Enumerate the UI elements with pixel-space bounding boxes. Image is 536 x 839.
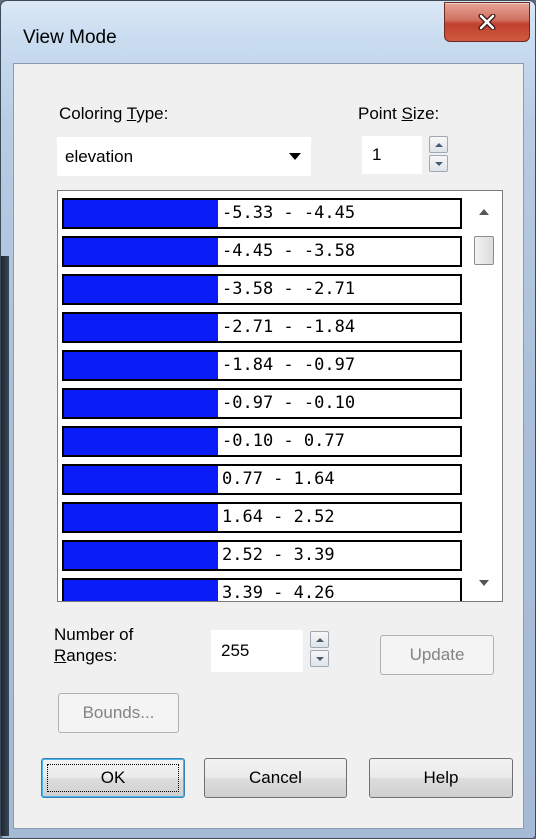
window-frame-edge [1, 256, 9, 836]
number-of-ranges-value: 255 [221, 641, 250, 660]
point-size-up-button[interactable] [429, 136, 448, 153]
range-label: -0.97 - -0.10 [222, 393, 356, 413]
coloring-type-value: elevation [65, 147, 134, 166]
number-of-ranges-field[interactable]: 255 [211, 630, 303, 672]
triangle-down-icon [434, 161, 443, 166]
range-color-swatch[interactable] [64, 428, 218, 455]
point-size-value: 1 [372, 145, 382, 164]
point-size-label: Point Size: [358, 104, 440, 123]
range-label: -3.58 - -2.71 [222, 279, 356, 299]
chevron-down-icon [289, 153, 301, 160]
ranges-rows: -5.33 - -4.45 -4.45 - -3.58 -3.58 - -2.7… [62, 198, 462, 602]
range-row[interactable]: 1.64 - 2.52 [62, 502, 462, 533]
range-row[interactable]: -0.97 - -0.10 [62, 388, 462, 419]
cancel-button[interactable]: Cancel [204, 758, 347, 798]
range-row[interactable]: -1.84 - -0.97 [62, 350, 462, 381]
dialog-client-area: Coloring Type: elevation Point Size: 1 -… [13, 63, 524, 829]
triangle-down-icon [315, 656, 324, 661]
triangle-up-icon [315, 637, 324, 642]
range-color-swatch[interactable] [64, 580, 218, 601]
ranges-scrollbar[interactable] [468, 192, 501, 600]
range-label: 1.64 - 2.52 [222, 507, 335, 527]
range-label: -0.10 - 0.77 [222, 431, 345, 451]
range-color-swatch[interactable] [64, 200, 218, 227]
coloring-type-select[interactable]: elevation [57, 137, 311, 176]
range-label: 0.77 - 1.64 [222, 469, 335, 489]
view-mode-dialog: View Mode Coloring Type: elevation Point… [0, 0, 536, 839]
update-button[interactable]: Update [380, 635, 494, 675]
range-color-swatch[interactable] [64, 504, 218, 531]
range-label: 3.39 - 4.26 [222, 583, 335, 602]
point-size-spinner [429, 136, 448, 172]
close-icon [478, 14, 496, 30]
scroll-thumb[interactable] [474, 236, 494, 265]
ok-button[interactable]: OK [41, 758, 185, 798]
point-size-field[interactable]: 1 [362, 136, 422, 174]
help-button[interactable]: Help [369, 758, 513, 798]
range-color-swatch[interactable] [64, 352, 218, 379]
scroll-down-icon[interactable] [479, 580, 489, 586]
range-color-swatch[interactable] [64, 466, 218, 493]
focus-rect [47, 764, 179, 792]
ranges-down-button[interactable] [310, 650, 329, 667]
range-row[interactable]: -2.71 - -1.84 [62, 312, 462, 343]
ranges-list[interactable]: -5.33 - -4.45 -4.45 - -3.58 -3.58 - -2.7… [57, 190, 503, 602]
window-title: View Mode [23, 27, 117, 48]
number-of-ranges-spinner [310, 631, 329, 667]
range-row[interactable]: 3.39 - 4.26 [62, 578, 462, 602]
range-row[interactable]: -0.10 - 0.77 [62, 426, 462, 457]
range-label: -4.45 - -3.58 [222, 241, 356, 261]
range-row[interactable]: -5.33 - -4.45 [62, 198, 462, 229]
point-size-down-button[interactable] [429, 155, 448, 172]
scroll-up-icon[interactable] [479, 209, 489, 215]
triangle-up-icon [434, 142, 443, 147]
range-row[interactable]: -3.58 - -2.71 [62, 274, 462, 305]
title-bar[interactable]: View Mode [1, 1, 535, 67]
range-label: 2.52 - 3.39 [222, 545, 335, 565]
range-row[interactable]: 2.52 - 3.39 [62, 540, 462, 571]
ranges-up-button[interactable] [310, 631, 329, 648]
range-color-swatch[interactable] [64, 542, 218, 569]
range-color-swatch[interactable] [64, 390, 218, 417]
range-color-swatch[interactable] [64, 276, 218, 303]
bounds-button[interactable]: Bounds... [58, 693, 179, 733]
coloring-type-label: Coloring Type: [59, 104, 169, 123]
range-color-swatch[interactable] [64, 238, 218, 265]
range-row[interactable]: 0.77 - 1.64 [62, 464, 462, 495]
range-label: -1.84 - -0.97 [222, 355, 356, 375]
range-label: -5.33 - -4.45 [222, 203, 356, 223]
close-button[interactable] [444, 2, 530, 42]
range-color-swatch[interactable] [64, 314, 218, 341]
range-label: -2.71 - -1.84 [222, 317, 356, 337]
range-row[interactable]: -4.45 - -3.58 [62, 236, 462, 267]
number-of-ranges-label: Number of Ranges: [54, 625, 134, 665]
